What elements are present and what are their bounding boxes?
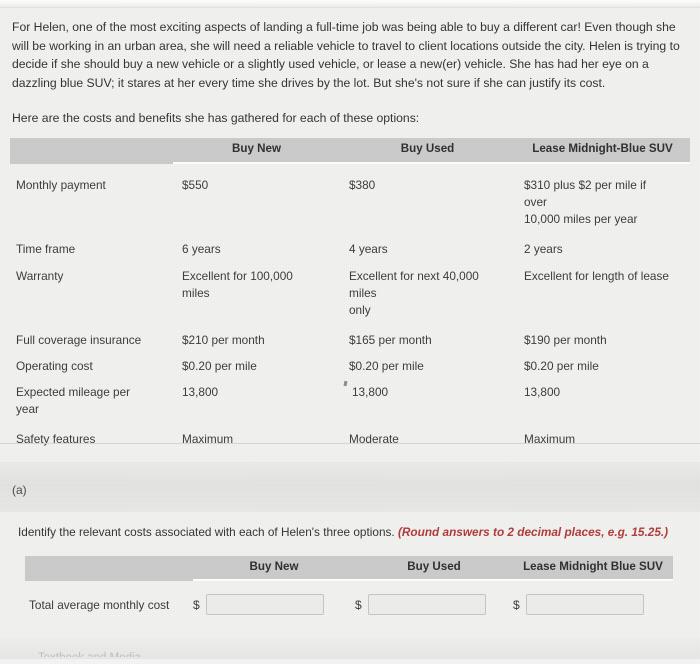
answer-header-buy-used: Buy Used xyxy=(355,556,513,581)
question-main: Identify the relevant costs associated w… xyxy=(18,525,398,539)
cell-operating-cost-buy-used: $0.20 per mile xyxy=(349,359,424,373)
row-label-warranty: Warranty xyxy=(16,269,64,283)
cell-warranty-lease: Excellent for length of lease xyxy=(524,269,669,283)
answer-field-buy-new: $ xyxy=(193,594,355,615)
cell-operating-cost-buy-new: $0.20 per mile xyxy=(182,359,257,373)
warranty-used-line-2: only xyxy=(349,303,371,317)
intro-paragraph-1: For Helen, one of the most exciting aspe… xyxy=(12,20,680,90)
intro-text: For Helen, one of the most exciting aspe… xyxy=(12,18,688,128)
intro-paragraph-2: Here are the costs and benefits she has … xyxy=(12,111,420,125)
dollar-sign-buy-used: $ xyxy=(355,597,362,612)
comparison-table-header-row: Buy New Buy Used Lease Midnight-Blue SUV xyxy=(10,138,690,164)
cell-insurance-buy-used: $165 per month xyxy=(349,333,432,347)
answer-table-header-row: Buy New Buy Used Lease Midnight Blue SUV xyxy=(25,556,673,581)
warranty-new-line-1: Excellent for 100,000 xyxy=(182,269,293,283)
table-row: Time frame 6 years 4 years 2 years xyxy=(10,228,690,258)
warranty-used-line-1: Excellent for next 40,000 miles xyxy=(349,269,479,300)
answer-header-blank xyxy=(25,556,193,581)
answer-field-buy-used: $ xyxy=(355,594,513,615)
cell-monthly-payment-buy-used: $380 xyxy=(349,178,376,192)
page-top-edge xyxy=(0,0,700,8)
cell-insurance-buy-new: $210 per month xyxy=(182,333,265,347)
comparison-header-buy-used: Buy Used xyxy=(340,138,515,164)
cell-warranty-buy-new: Excellent for 100,000 miles xyxy=(173,258,340,302)
cell-mileage-buy-new: 13,800 xyxy=(182,385,219,399)
row-label-full-coverage-insurance: Full coverage insurance xyxy=(16,333,142,347)
cell-insurance-lease: $190 per month xyxy=(524,333,607,347)
dollar-sign-buy-new: $ xyxy=(193,597,200,612)
row-label-time-frame: Time frame xyxy=(16,242,76,256)
answer-field-lease: $ xyxy=(513,594,673,615)
warranty-new-line-2: miles xyxy=(182,286,210,300)
dollar-sign-lease: $ xyxy=(513,597,520,612)
cell-mileage-buy-used: 13,800 xyxy=(340,375,515,401)
total-average-monthly-cost-buy-new-input[interactable] xyxy=(205,594,324,615)
comparison-header-blank xyxy=(10,138,173,164)
table-row: Monthly payment $550 $380 $310 plus $2 p… xyxy=(10,168,690,228)
part-a-band xyxy=(0,462,700,512)
lease-payment-line-3: 10,000 miles per year xyxy=(524,212,638,226)
comparison-header-lease: Lease Midnight-Blue SUV xyxy=(515,138,690,164)
cell-mileage-lease: 13,800 xyxy=(524,385,561,399)
cell-time-frame-lease: 2 years xyxy=(524,242,563,256)
answer-header-buy-new: Buy New xyxy=(193,556,355,581)
stray-cursor-mark xyxy=(343,380,348,387)
cost-benefit-comparison-table: Buy New Buy Used Lease Midnight-Blue SUV… xyxy=(10,138,690,448)
answer-header-lease: Lease Midnight Blue SUV xyxy=(513,556,673,581)
comparison-table-body: Monthly payment $550 $380 $310 plus $2 p… xyxy=(10,164,690,448)
cell-mileage-buy-used-value: 13,800 xyxy=(352,385,389,399)
comparison-header-buy-new: Buy New xyxy=(173,138,340,164)
cell-time-frame-buy-new: 6 years xyxy=(182,242,221,256)
lease-payment-line-2: over xyxy=(524,195,547,209)
section-divider xyxy=(0,443,700,444)
question-text: Identify the relevant costs associated w… xyxy=(18,524,682,541)
table-row: Total average monthly cost $ $ $ xyxy=(25,594,673,615)
cell-operating-cost-lease: $0.20 per mile xyxy=(524,359,599,373)
mileage-label-line-1: Expected mileage per xyxy=(16,385,131,399)
cell-monthly-payment-lease: $310 plus $2 per mile if over 10,000 mil… xyxy=(515,168,690,228)
table-row: Expected mileage per year 13,800 13,800 … xyxy=(10,375,690,418)
table-row: Operating cost $0.20 per mile $0.20 per … xyxy=(10,349,690,375)
row-label-expected-mileage: Expected mileage per year xyxy=(10,375,173,418)
answer-table: Buy New Buy Used Lease Midnight Blue SUV… xyxy=(25,556,673,615)
answer-row-label-total-average-monthly-cost: Total average monthly cost xyxy=(29,597,170,612)
lease-payment-line-1: $310 plus $2 per mile if xyxy=(524,178,646,192)
total-average-monthly-cost-buy-used-input[interactable] xyxy=(367,594,486,615)
table-row: Warranty Excellent for 100,000 miles Exc… xyxy=(10,258,690,319)
cell-time-frame-buy-used: 4 years xyxy=(349,242,388,256)
mileage-label-line-2: year xyxy=(16,402,39,416)
part-a-marker: (a) xyxy=(12,483,27,497)
table-row: Full coverage insurance $210 per month $… xyxy=(10,319,690,349)
row-label-operating-cost: Operating cost xyxy=(16,359,93,373)
question-rounding-hint: (Round answers to 2 decimal places, e.g.… xyxy=(397,525,669,539)
cell-warranty-buy-used: Excellent for next 40,000 miles only xyxy=(340,258,515,319)
row-label-monthly-payment: Monthly payment xyxy=(16,178,106,192)
cell-monthly-payment-buy-new: $550 xyxy=(182,178,209,192)
total-average-monthly-cost-lease-input[interactable] xyxy=(525,594,644,615)
